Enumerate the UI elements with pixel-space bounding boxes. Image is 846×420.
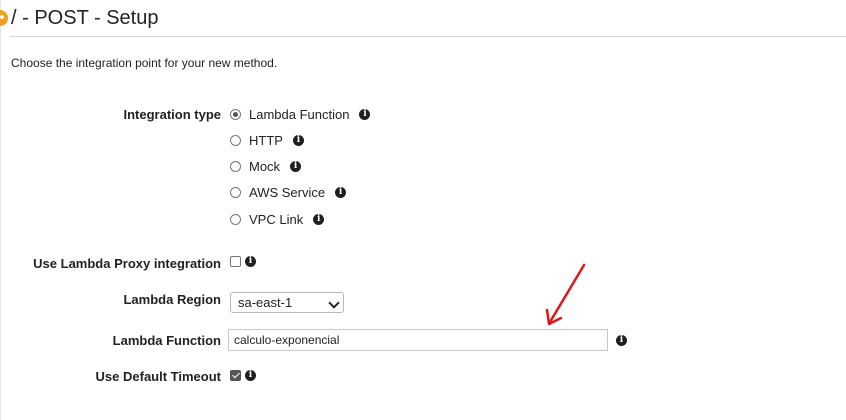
chevron-down-icon	[328, 297, 340, 309]
lambda-region-value: sa-east-1	[238, 295, 293, 310]
info-icon[interactable]: i	[616, 335, 627, 346]
radio-mock[interactable]: Mock i	[230, 158, 302, 174]
default-timeout-checkbox[interactable]	[230, 370, 241, 381]
lambda-region-select[interactable]: sa-east-1	[230, 292, 344, 313]
status-dot-icon	[0, 10, 8, 26]
radio-button[interactable]	[230, 186, 241, 198]
left-divider	[0, 0, 1, 420]
lambda-function-label: Lambda Function	[112, 333, 221, 348]
radio-label: Mock	[249, 158, 281, 174]
radio-label: Lambda Function	[249, 106, 350, 122]
radio-button[interactable]	[230, 108, 241, 120]
info-icon[interactable]: i	[290, 160, 302, 172]
radio-button[interactable]	[230, 160, 241, 172]
info-icon[interactable]: i	[245, 370, 256, 381]
radio-button[interactable]	[230, 134, 241, 146]
default-timeout-label: Use Default Timeout	[95, 369, 221, 384]
title-divider	[10, 36, 846, 37]
radio-http[interactable]: HTTP i	[230, 132, 304, 148]
info-icon[interactable]: i	[359, 108, 371, 120]
radio-aws-service[interactable]: AWS Service i	[230, 184, 347, 200]
intro-text: Choose the integration point for your ne…	[11, 56, 278, 70]
radio-label: VPC Link	[249, 211, 304, 227]
info-icon[interactable]: i	[335, 186, 347, 198]
page-title: / - POST - Setup	[11, 7, 159, 29]
page: / - POST - Setup Choose the integration …	[0, 0, 846, 420]
proxy-integration-checkbox[interactable]	[230, 256, 241, 267]
info-icon[interactable]: i	[292, 134, 304, 146]
radio-vpc-link[interactable]: VPC Link i	[230, 211, 325, 227]
radio-button[interactable]	[230, 213, 241, 225]
lambda-function-input[interactable]: calculo-exponencial	[228, 329, 608, 351]
radio-label: HTTP	[249, 132, 283, 148]
red-arrow-icon	[545, 263, 586, 326]
integration-type-label: Integration type	[123, 107, 221, 122]
proxy-integration-label: Use Lambda Proxy integration	[33, 256, 221, 271]
info-icon[interactable]: i	[313, 213, 325, 225]
info-icon[interactable]: i	[245, 256, 256, 267]
radio-label: AWS Service	[249, 184, 326, 200]
lambda-region-label: Lambda Region	[123, 292, 221, 307]
radio-lambda-function[interactable]: Lambda Function i	[230, 106, 371, 122]
